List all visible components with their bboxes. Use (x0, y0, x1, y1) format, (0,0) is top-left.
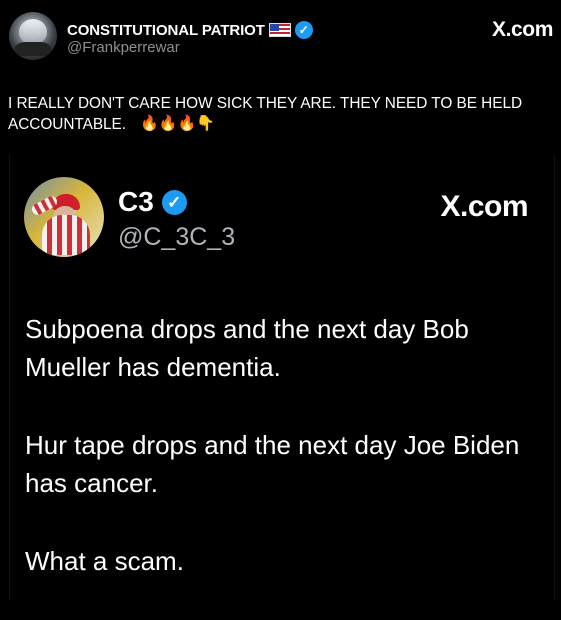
quoted-paragraph: What a scam. (25, 546, 184, 576)
quoted-author-avatar[interactable] (24, 177, 104, 257)
quoted-name-row: C3 ✓ (118, 187, 187, 217)
post-text-body: I REALLY DON'T CARE HOW SICK THEY ARE. T… (8, 95, 523, 133)
quoted-post-body: Subpoena drops and the next day Bob Muel… (25, 310, 535, 620)
post-text: I REALLY DON'T CARE HOW SICK THEY ARE. T… (8, 94, 553, 135)
quoted-paragraph: Subpoena drops and the next day Bob Muel… (25, 314, 469, 382)
quoted-x-com-label: X.com (440, 190, 528, 223)
author-handle[interactable]: @Frankperrewar (67, 39, 180, 56)
verified-badge-icon: ✓ (161, 189, 187, 215)
author-display-name[interactable]: CONSTITUTIONAL PATRIOT (67, 22, 265, 39)
x-com-label: X.com (491, 18, 553, 41)
quoted-post-screenshot[interactable]: C3 ✓ @C_3C_3 X.com Subpoena drops and th… (9, 154, 555, 600)
striped-shirt-shape (42, 215, 90, 255)
verified-badge-icon: ✓ (294, 21, 313, 39)
us-flag-icon (268, 23, 291, 37)
quoted-handle[interactable]: @C_3C_3 (118, 223, 235, 252)
author-name-row: CONSTITUTIONAL PATRIOT ✓ (67, 20, 313, 40)
quoted-display-name[interactable]: C3 (118, 187, 154, 217)
quoted-paragraph: Hur tape drops and the next day Joe Bide… (25, 430, 520, 498)
emoji-sequence: 🔥🔥🔥👇 (140, 115, 215, 132)
outer-post-header: CONSTITUTIONAL PATRIOT ✓ @Frankperrewar … (0, 0, 561, 80)
author-avatar[interactable] (9, 12, 57, 60)
